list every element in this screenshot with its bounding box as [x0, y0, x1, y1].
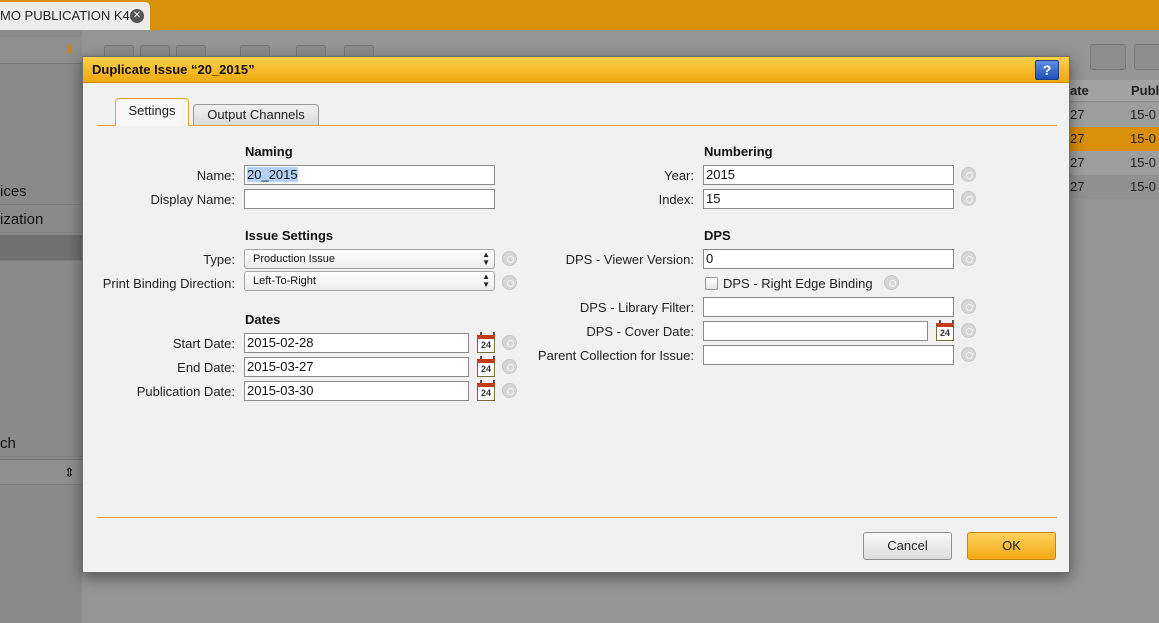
ok-button[interactable]: OK	[967, 532, 1056, 560]
cell-date: 27	[1070, 131, 1085, 146]
dps-library-filter-field[interactable]	[703, 297, 954, 317]
calendar-icon[interactable]: 24	[477, 332, 495, 353]
table-row-selected[interactable]: 27 15-0	[1068, 127, 1159, 151]
type-select[interactable]: Production Issue ▲ ▼	[244, 249, 495, 269]
numbering-heading: Numbering	[704, 144, 773, 159]
cell-pub: 15-0	[1130, 179, 1157, 194]
close-tab-icon[interactable]: ✕	[130, 9, 144, 23]
type-select-value: Production Issue	[253, 253, 335, 265]
sidebar-item-selected[interactable]	[0, 235, 82, 261]
year-field[interactable]: 2015	[703, 165, 954, 185]
dialog-title: Duplicate Issue “20_2015”	[92, 62, 255, 77]
sidebar-item-label: ization	[0, 211, 44, 228]
cell-date: 27	[1070, 179, 1085, 194]
reset-icon[interactable]	[961, 191, 976, 206]
calendar-icon[interactable]: 24	[477, 380, 495, 401]
sidebar-header: ⇕	[0, 37, 82, 64]
duplicate-issue-dialog: Duplicate Issue “20_2015” ? Settings Out…	[82, 56, 1070, 573]
binding-direction-label: Print Binding Direction:	[102, 276, 235, 291]
reset-icon[interactable]	[961, 347, 976, 362]
dps-cover-date-label: DPS - Cover Date:	[586, 324, 694, 339]
help-button[interactable]: ?	[1035, 60, 1059, 80]
start-date-label: Start Date:	[172, 336, 235, 351]
tab-settings[interactable]: Settings	[115, 98, 189, 126]
app-top-bar	[0, 0, 1159, 30]
table-row[interactable]: 27 15-0	[1068, 175, 1159, 199]
year-label: Year:	[664, 168, 694, 183]
toolbar-more-button[interactable]	[1134, 44, 1159, 70]
name-field-value: 20_2015	[247, 167, 298, 182]
reset-icon[interactable]	[961, 299, 976, 314]
sort-icon[interactable]: ⇕	[64, 37, 75, 63]
binding-direction-value: Left-To-Right	[253, 275, 316, 287]
table-row[interactable]: 27 15-0	[1068, 103, 1159, 127]
tab-divider	[97, 125, 1057, 126]
dps-cover-date-field[interactable]	[703, 321, 928, 341]
dps-library-filter-label: DPS - Library Filter:	[579, 300, 694, 315]
parent-collection-label: Parent Collection for Issue:	[537, 348, 694, 363]
reset-icon[interactable]	[502, 383, 517, 398]
index-label: Index:	[658, 192, 694, 207]
reset-icon[interactable]	[884, 275, 899, 290]
dates-heading: Dates	[245, 312, 281, 327]
cell-pub: 15-0	[1130, 155, 1157, 170]
reset-icon[interactable]	[502, 335, 517, 350]
reset-icon[interactable]	[502, 275, 517, 290]
calendar-icon[interactable]: 24	[477, 356, 495, 377]
name-label: Name:	[196, 168, 235, 183]
grid-header-publication[interactable]: Publ	[1131, 83, 1159, 98]
cancel-button[interactable]: Cancel	[863, 532, 952, 560]
dps-viewer-version-label: DPS - Viewer Version:	[565, 252, 694, 267]
select-arrows-icon: ▲ ▼	[482, 250, 490, 267]
reset-icon[interactable]	[502, 251, 517, 266]
cell-date: 27	[1070, 155, 1085, 170]
cell-date: 27	[1070, 107, 1085, 122]
footer-divider	[97, 517, 1057, 518]
start-date-field[interactable]: 2015-02-28	[244, 333, 469, 353]
sidebar-item[interactable]: ization	[0, 207, 82, 233]
filter-icon[interactable]	[1090, 44, 1126, 70]
dps-heading: DPS	[704, 228, 731, 243]
issue-settings-heading: Issue Settings	[245, 228, 334, 243]
sidebar-item-label: ch	[0, 435, 16, 452]
publication-date-field[interactable]: 2015-03-30	[244, 381, 469, 401]
cell-pub: 15-0	[1130, 131, 1157, 146]
sidebar-item[interactable]: ch	[0, 431, 82, 457]
tab-output-channels[interactable]: Output Channels	[193, 104, 319, 126]
dialog-title-bar[interactable]: Duplicate Issue “20_2015” ?	[83, 57, 1069, 83]
dps-viewer-version-field[interactable]: 0	[703, 249, 954, 269]
cell-pub: 15-0	[1130, 107, 1157, 122]
reset-icon[interactable]	[961, 167, 976, 182]
end-date-field[interactable]: 2015-03-27	[244, 357, 469, 377]
sidebar-item[interactable]: ices	[0, 179, 82, 205]
select-arrows-icon: ▲ ▼	[482, 272, 490, 289]
sidebar-item-label: ices	[0, 183, 27, 200]
publication-date-label: Publication Date:	[136, 384, 235, 399]
display-name-field[interactable]	[244, 189, 495, 209]
binding-direction-select[interactable]: Left-To-Right ▲ ▼	[244, 271, 495, 291]
reset-icon[interactable]	[961, 323, 976, 338]
right-edge-binding-checkbox[interactable]	[705, 277, 718, 290]
sort-icon[interactable]: ⇕	[64, 460, 75, 484]
index-field[interactable]: 15	[703, 189, 954, 209]
right-edge-binding-label: DPS - Right Edge Binding	[723, 276, 873, 291]
display-name-label: Display Name:	[150, 192, 235, 207]
type-label: Type:	[203, 252, 235, 267]
calendar-icon[interactable]: 24	[936, 320, 954, 341]
document-tab[interactable]: MO PUBLICATION K4 ✕	[0, 2, 150, 30]
document-tab-label: MO PUBLICATION K4	[0, 8, 130, 23]
parent-collection-field[interactable]	[703, 345, 954, 365]
sidebar-section-header: ⇕	[0, 459, 82, 485]
name-field[interactable]: 20_2015	[244, 165, 495, 185]
reset-icon[interactable]	[502, 359, 517, 374]
reset-icon[interactable]	[961, 251, 976, 266]
naming-heading: Naming	[245, 144, 293, 159]
end-date-label: End Date:	[177, 360, 235, 375]
grid-header: ate Publ	[1068, 80, 1159, 102]
sidebar: ⇕ ices ization ch ⇕	[0, 30, 82, 623]
grid-header-date[interactable]: ate	[1070, 83, 1089, 98]
table-row[interactable]: 27 15-0	[1068, 151, 1159, 175]
